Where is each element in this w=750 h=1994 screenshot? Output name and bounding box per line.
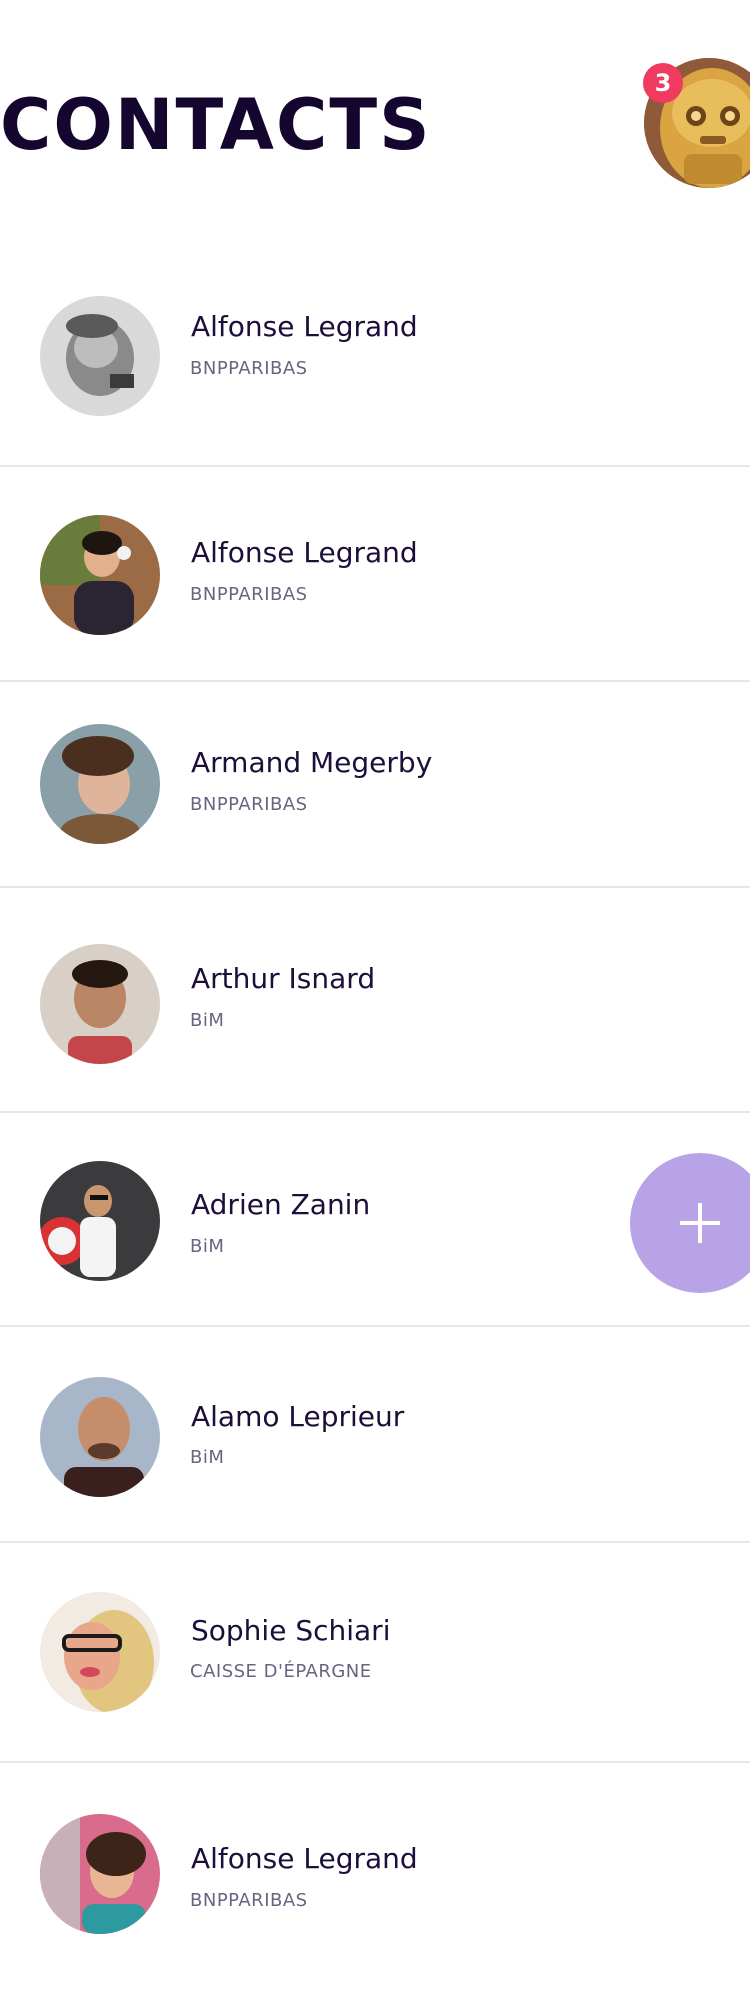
row-divider (0, 680, 750, 682)
contact-name: Armand Megerby (191, 746, 433, 779)
contact-name: Alfonse Legrand (191, 536, 418, 569)
contact-company: CAISSE D'ÉPARGNE (190, 1661, 372, 1682)
contacts-screen: CONTACTS 3 Alfonse Legrand BNPPARIBAS Al… (0, 0, 750, 1994)
contact-name: Alfonse Legrand (191, 310, 418, 343)
notification-badge: 3 (643, 63, 683, 103)
contact-name: Sophie Schiari (191, 1614, 391, 1647)
page-title: CONTACTS (0, 84, 432, 166)
contact-avatar (40, 724, 160, 844)
row-divider (0, 886, 750, 888)
contact-name: Adrien Zanin (191, 1188, 371, 1221)
row-divider (0, 1541, 750, 1543)
contact-name: Alfonse Legrand (191, 1842, 418, 1875)
plus-icon (680, 1203, 720, 1243)
contact-name: Arthur Isnard (191, 962, 376, 995)
contact-avatar (40, 296, 160, 416)
contact-avatar (40, 1161, 160, 1281)
contact-avatar (40, 515, 160, 635)
contact-avatar (40, 944, 160, 1064)
contact-company: BiM (190, 1236, 225, 1257)
row-divider (0, 1325, 750, 1327)
row-divider (0, 1761, 750, 1763)
row-divider (0, 1111, 750, 1113)
contact-avatar (40, 1592, 160, 1712)
add-contact-button[interactable] (630, 1153, 750, 1293)
contact-company: BiM (190, 1010, 225, 1031)
contact-company: BNPPARIBAS (190, 584, 308, 605)
contact-company: BiM (190, 1447, 225, 1468)
contact-avatar (40, 1814, 160, 1934)
row-divider (0, 465, 750, 467)
contact-company: BNPPARIBAS (190, 1890, 308, 1911)
contact-name: Alamo Leprieur (191, 1400, 405, 1433)
contact-company: BNPPARIBAS (190, 358, 308, 379)
contact-company: BNPPARIBAS (190, 794, 308, 815)
contact-avatar (40, 1377, 160, 1497)
